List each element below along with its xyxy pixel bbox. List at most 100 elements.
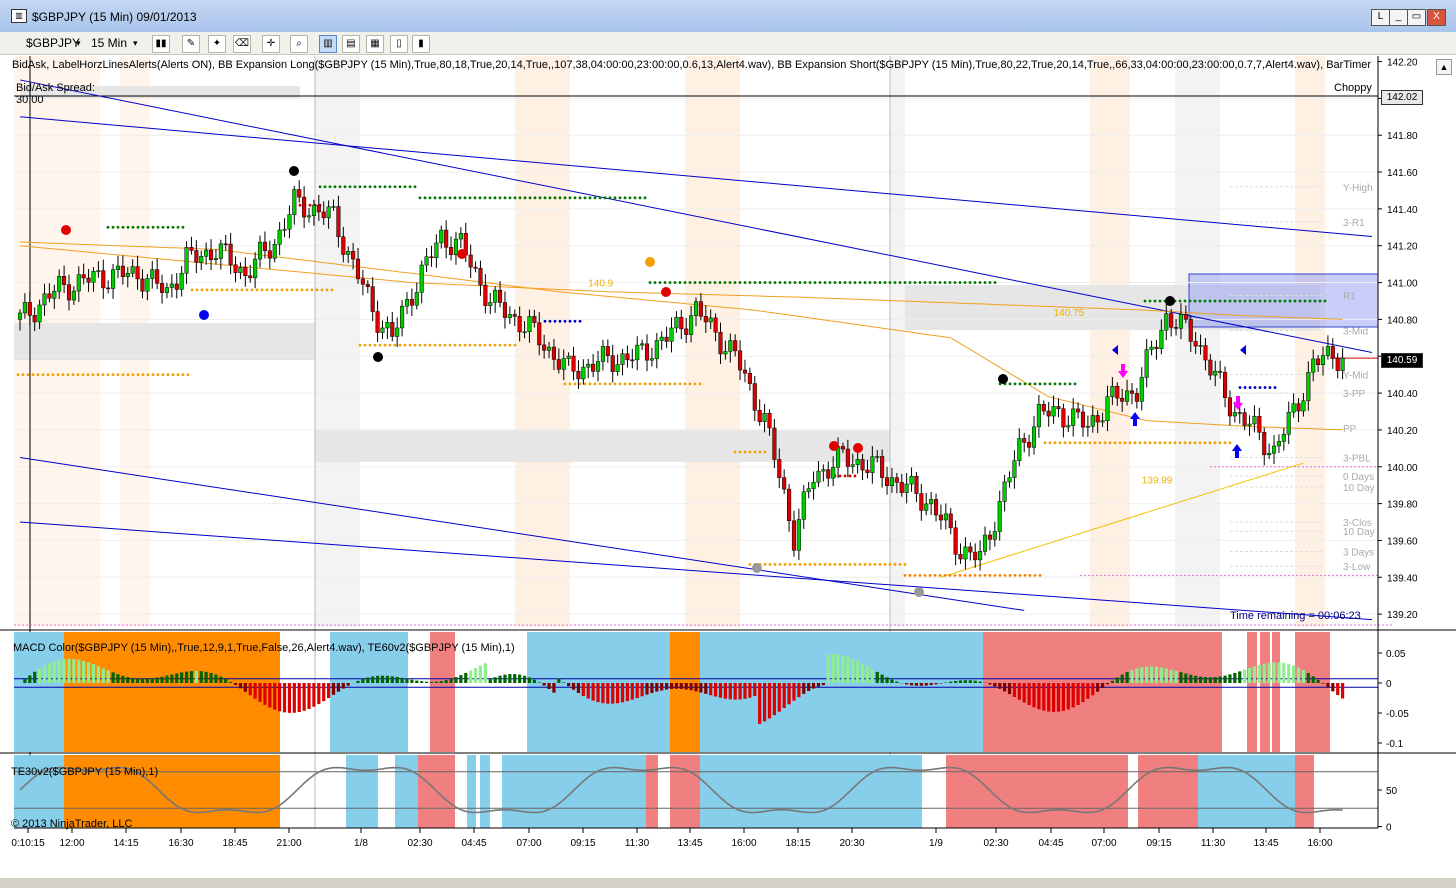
chart-trader-icon[interactable]: ▮: [412, 35, 430, 53]
bb-dot: [171, 373, 175, 377]
bb-dot: [338, 185, 342, 189]
copyright-text: © 2013 NinjaTrader, LLC: [11, 818, 133, 830]
macd-histogram-bar: [1247, 667, 1252, 683]
macd-histogram-bar: [718, 683, 723, 698]
bb-dot: [1253, 299, 1257, 303]
bb-dot: [953, 281, 957, 284]
macd-histogram-bar: [317, 683, 321, 705]
bb-dot: [883, 562, 887, 566]
bb-dot: [318, 185, 322, 189]
bb-dot: [848, 281, 852, 284]
bb-dot: [748, 281, 752, 284]
bb-dot: [205, 288, 209, 292]
window-maximize-button[interactable]: ▭: [1407, 9, 1426, 26]
crosshair-tool-icon[interactable]: ✦: [208, 35, 226, 53]
interval-selector[interactable]: 15 Min: [91, 35, 127, 51]
candle-body: [512, 314, 517, 317]
eraser-tool-icon[interactable]: ⌫: [233, 35, 251, 53]
candle-body: [297, 189, 302, 198]
bb-dot: [628, 382, 632, 386]
bb-dot: [1078, 441, 1082, 445]
bar-type-icon[interactable]: ▮▮: [152, 35, 170, 53]
candle-body: [796, 519, 801, 551]
candle-body: [826, 469, 831, 479]
macd-histogram-bar: [37, 668, 42, 683]
window-minimize-button[interactable]: _: [1389, 9, 1408, 26]
bb-dot: [141, 225, 145, 229]
signal-dot: [829, 441, 839, 451]
instrument-dropdown-icon[interactable]: ▾: [76, 35, 81, 51]
bb-dot: [210, 288, 214, 292]
zoom-icon[interactable]: ⌕: [290, 35, 308, 53]
bb-dot: [758, 281, 762, 284]
level-label: 10 Day: [1343, 527, 1375, 538]
chart-toolbar: $GBPJPY ▾ 15 Min ▾ ▮▮ ✎ ✦ ⌫ ✛ ⌕ ▥ ▤ ▦ ▯ …: [0, 32, 1456, 55]
macd-histogram-bar: [126, 677, 130, 683]
bb-dot: [1028, 382, 1032, 386]
strategies-icon[interactable]: ▤: [342, 35, 360, 53]
candle-body: [1046, 410, 1051, 417]
time-tick-label: 16:00: [731, 838, 756, 849]
candle-body: [1311, 358, 1316, 373]
interval-dropdown-icon[interactable]: ▾: [133, 35, 138, 51]
candle-body: [47, 293, 52, 299]
window-close-button[interactable]: X: [1427, 9, 1446, 26]
macd-histogram-bar: [282, 683, 287, 713]
macd-histogram-bar: [434, 681, 438, 683]
indicators-icon[interactable]: ▥: [319, 35, 337, 53]
bb-dot: [1273, 299, 1277, 303]
te30-band: [467, 755, 476, 828]
data-box-icon[interactable]: ▯: [390, 35, 408, 53]
candle-body: [111, 269, 116, 289]
bb-dot: [1003, 574, 1007, 577]
candle-body: [174, 283, 179, 290]
candle-body: [875, 456, 880, 458]
chart-canvas[interactable]: Y-High3-R1R13-MidY-Mid3-PPPP3-PBL0 Days1…: [0, 55, 1456, 888]
window-link-button[interactable]: L: [1371, 9, 1390, 26]
scroll-up-icon[interactable]: ▲: [1436, 59, 1452, 75]
session-band: [315, 56, 360, 627]
macd-histogram-bar: [361, 678, 365, 683]
bb-dot: [1128, 441, 1132, 445]
bb-dot: [76, 373, 80, 377]
macd-histogram-bar: [924, 683, 928, 686]
candle-body: [924, 503, 929, 511]
bb-dot: [310, 288, 314, 292]
bb-dot: [753, 450, 757, 454]
price-tick-label: 139.80: [1387, 500, 1418, 511]
candle-body: [155, 269, 160, 284]
time-tick-label: 1/8: [354, 838, 368, 849]
bb-dot: [215, 288, 219, 292]
bb-dot: [843, 281, 847, 284]
chart-properties-icon[interactable]: ▦: [366, 35, 384, 53]
candle-body: [321, 211, 326, 219]
macd-histogram-bar: [322, 683, 326, 702]
candle-body: [331, 206, 336, 208]
bb-dot: [618, 382, 622, 386]
bb-dot: [728, 281, 732, 284]
macd-histogram-bar: [723, 683, 727, 699]
macd-histogram-bar: [802, 683, 806, 694]
bb-dot: [1268, 386, 1272, 389]
bb-dot: [758, 450, 762, 454]
candle-body: [669, 327, 674, 342]
drawing-tool-icon[interactable]: ✎: [182, 35, 200, 53]
signal-dot: [1165, 296, 1175, 306]
bb-dot: [195, 288, 199, 292]
price-tick-label: 141.20: [1387, 242, 1418, 253]
bb-dot: [151, 373, 155, 377]
macd-histogram-bar: [140, 678, 145, 683]
cursor-crosshair-icon[interactable]: ✛: [262, 35, 280, 53]
candle-body: [419, 264, 424, 293]
bb-dot: [838, 562, 842, 566]
chart-area[interactable]: Y-High 3-R1 R1 3-Mid Y-Mid 3-PP PP 3-PBL 0 Days 1…: [0, 55, 1456, 888]
candle-body: [395, 327, 400, 337]
te30-tick-label: 0: [1386, 823, 1392, 834]
bb-dot: [668, 281, 672, 284]
candle-body: [1213, 370, 1218, 376]
macd-histogram-bar: [581, 683, 585, 696]
macd-histogram-bar: [909, 683, 914, 686]
candle-body: [213, 258, 218, 260]
bb-dot: [593, 196, 597, 200]
instrument-selector[interactable]: $GBPJPY: [26, 35, 80, 51]
